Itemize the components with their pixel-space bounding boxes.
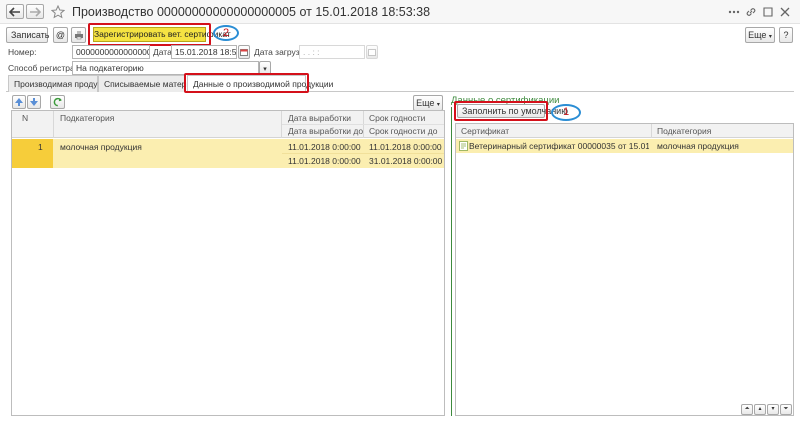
upload-date-calendar-button [366, 45, 378, 59]
back-button[interactable] [6, 4, 24, 19]
save-button[interactable]: Записать [6, 27, 49, 43]
chevron-down-icon: ▾ [768, 34, 772, 40]
arrow-right-icon [30, 7, 42, 17]
menu-dots-icon[interactable] [728, 7, 740, 17]
chevron-down-icon: ▾ [771, 406, 775, 412]
help-button[interactable]: ? [779, 27, 793, 43]
number-field[interactable]: 00000000000000000005 [72, 45, 150, 59]
scroll-first-button[interactable]: ⏶ [741, 404, 753, 415]
print-button[interactable] [71, 27, 86, 43]
fill-default-highlight-frame [454, 101, 548, 121]
calendar-icon [240, 49, 248, 56]
chevron-down-icon: ▾ [436, 102, 440, 108]
maximize-icon[interactable] [762, 6, 774, 18]
certificate-table [455, 123, 794, 416]
window-title: Производство 00000000000000000005 от 15.… [72, 5, 431, 19]
register-highlight-frame [88, 23, 211, 46]
tab-highlight-frame [184, 73, 309, 93]
header-n[interactable]: N [22, 112, 28, 124]
header-expiry[interactable]: Срок годности [369, 112, 425, 124]
header-prod-date[interactable]: Дата выработки [288, 112, 351, 124]
printer-icon [74, 31, 83, 40]
cell-n: 1 [38, 142, 43, 152]
cell-prod-date-to[interactable]: 11.01.2018 0:00:00 [288, 155, 361, 167]
more-button[interactable]: Еще ▾ [745, 27, 775, 43]
email-button[interactable]: @ [53, 27, 68, 43]
link-icon[interactable] [745, 6, 757, 18]
star-icon[interactable] [51, 5, 65, 19]
scroll-last-button[interactable]: ⏷ [780, 404, 792, 415]
calendar-icon [368, 49, 376, 56]
more-label: Еще [748, 30, 767, 40]
header-cert-subcategory[interactable]: Подкатегория [657, 125, 711, 137]
cell-prod-date[interactable]: 11.01.2018 0:00:00 [288, 141, 361, 153]
move-up-button[interactable] [12, 95, 26, 109]
row-number-cell [12, 139, 53, 168]
double-up-icon: ⏶ [744, 406, 750, 412]
date-calendar-button[interactable] [238, 45, 250, 59]
scroll-down-button[interactable]: ▾ [767, 404, 779, 415]
chevron-up-icon: ▴ [758, 406, 762, 412]
certification-group-border [451, 107, 452, 416]
left-more-button[interactable]: Еще ▾ [413, 95, 443, 111]
annotation-1: 1 [551, 104, 581, 121]
refresh-icon [53, 97, 62, 107]
double-down-icon: ⏷ [783, 406, 789, 412]
annotation-2: 2 [213, 25, 239, 41]
date-field[interactable]: 15.01.2018 18:53:38 [171, 45, 237, 59]
refresh-button[interactable] [50, 95, 65, 109]
header-subcategory[interactable]: Подкатегория [60, 112, 114, 124]
forward-button[interactable] [26, 4, 44, 19]
cell-expiry[interactable]: 11.01.2018 0:00:00 [369, 141, 442, 153]
arrow-left-icon [8, 7, 20, 17]
arrow-up-icon [15, 98, 23, 106]
more-label: Еще [416, 98, 435, 108]
upload-date-field: . . : : [299, 45, 365, 59]
header-certificate[interactable]: Сертификат [461, 125, 509, 137]
tab-produced-products[interactable]: Производимая продукция [8, 75, 115, 92]
cell-subcategory[interactable]: молочная продукция [60, 141, 142, 153]
arrow-down-icon [30, 98, 38, 106]
scroll-up-button[interactable]: ▴ [754, 404, 766, 415]
move-down-button[interactable] [27, 95, 41, 109]
cell-expiry-to[interactable]: 31.01.2018 0:00:00 [369, 155, 442, 167]
cell-certificate[interactable]: Ветеринарный сертификат 00000035 от 15.0… [469, 140, 649, 152]
document-icon [459, 141, 468, 151]
header-expiry-to[interactable]: Срок годности до [369, 125, 437, 137]
tab-written-off-materials[interactable]: Списываемые материалы [98, 75, 207, 92]
chevron-down-icon: ▾ [263, 66, 267, 73]
header-prod-date-to[interactable]: Дата выработки до [288, 125, 363, 137]
cell-cert-subcategory[interactable]: молочная продукция [657, 140, 739, 152]
close-icon[interactable] [779, 6, 791, 18]
number-label: Номер: [8, 47, 37, 57]
